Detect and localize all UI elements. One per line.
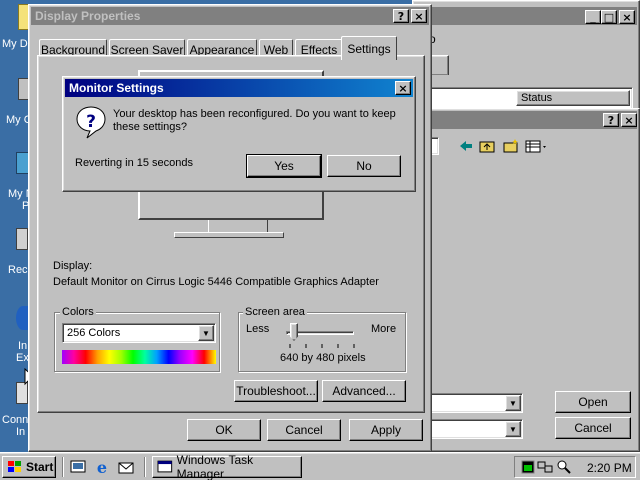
outlook-quicklaunch-icon[interactable] [118, 459, 134, 475]
desktop-icon-label: In [16, 426, 26, 438]
recycle-bin-icon[interactable] [16, 228, 28, 250]
no-button[interactable]: No [327, 155, 401, 177]
task-manager-tray-icon[interactable] [521, 460, 535, 474]
system-tray: 2:20 PM [514, 456, 636, 478]
screen-area-group-label: Screen area [243, 306, 307, 318]
magnifier-tray-icon[interactable] [557, 460, 571, 474]
desktop-icon-label: My D [2, 38, 28, 50]
slider-ticks [289, 344, 355, 348]
ok-button[interactable]: OK [187, 419, 261, 441]
resolution-text: 640 by 480 pixels [280, 352, 366, 364]
task-manager-task-button[interactable]: Windows Task Manager [152, 453, 302, 480]
file-dialog: ? × ▼ ▼ Open Cancel [414, 108, 640, 452]
tab-label: Settings [347, 41, 391, 56]
help-button[interactable]: ? [393, 9, 409, 23]
close-button[interactable]: × [411, 9, 427, 23]
desktop-icon-label: Rec [8, 264, 28, 276]
monitor-settings-titlebar: Monitor Settings [65, 79, 413, 97]
start-label: Start [26, 460, 54, 474]
taskbar-divider [144, 457, 146, 477]
close-button[interactable]: × [621, 113, 637, 127]
column-status-label: Status [521, 92, 553, 104]
desktop-icon-label: Conn [2, 414, 29, 426]
close-button[interactable]: × [395, 81, 411, 95]
countdown-text: Reverting in 15 seconds [75, 157, 194, 169]
internet-explorer-quicklaunch-icon[interactable]: e [94, 459, 110, 475]
task-label: Windows Task Manager [176, 453, 254, 480]
svg-text:e: e [97, 459, 107, 475]
new-folder-icon[interactable] [503, 139, 519, 153]
task-manager-icon [157, 460, 173, 473]
cancel-button[interactable]: Cancel [267, 419, 341, 441]
filename-input[interactable]: ▼ [419, 393, 523, 413]
display-adapter-text: Default Monitor on Cirrus Logic 5446 Com… [53, 276, 379, 288]
apply-button[interactable]: Apply [349, 419, 423, 441]
filetype-select[interactable]: ▼ [419, 419, 523, 439]
colors-group-label: Colors [60, 306, 96, 318]
yes-button[interactable]: Yes [246, 154, 322, 178]
colors-select[interactable]: 256 Colors ▼ [62, 323, 216, 343]
more-label: More [371, 323, 397, 335]
quick-launch-divider [62, 457, 64, 477]
monitor-stand [208, 220, 268, 232]
display-label: Display: [53, 260, 93, 272]
close-button[interactable]: × [619, 10, 635, 24]
open-button[interactable]: Open [555, 391, 631, 413]
colors-select-value: 256 Colors [67, 327, 121, 339]
advanced-button[interactable]: Advanced... [322, 380, 406, 402]
minimize-button[interactable]: _ [585, 10, 601, 24]
chevron-down-icon[interactable]: ▼ [505, 421, 521, 437]
display-properties-titlebar: Display Properties [31, 7, 429, 25]
desktop-icon-label: Ex [16, 352, 29, 364]
monitor-base [174, 232, 284, 238]
desktop-icon-label: In [18, 340, 28, 352]
column-header[interactable]: Status [516, 90, 630, 106]
network-tray-icon[interactable] [537, 460, 553, 474]
troubleshoot-button[interactable]: Troubleshoot... [234, 380, 318, 402]
chevron-down-icon[interactable]: ▼ [505, 395, 521, 411]
display-properties-window: Display Properties ? × Background Screen… [28, 4, 432, 452]
windows-logo-icon [8, 461, 21, 472]
maximize-button[interactable]: □ [601, 10, 617, 24]
up-folder-icon[interactable] [479, 139, 495, 153]
color-spectrum-bar [62, 350, 216, 364]
start-button[interactable]: Start [2, 456, 56, 478]
question-icon: ? [76, 106, 106, 139]
less-label: Less [246, 323, 270, 335]
tab-settings[interactable]: Settings [341, 36, 397, 60]
view-menu-icon[interactable] [525, 139, 549, 153]
taskbar: Start e Windows Task Manager 2:20 PM [0, 452, 640, 480]
chevron-down-icon[interactable]: ▼ [198, 325, 214, 341]
monitor-settings-dialog: Monitor Settings × ? Your desktop has be… [62, 76, 416, 192]
help-button[interactable]: ? [603, 113, 619, 127]
desktop-quicklaunch-icon[interactable] [70, 459, 86, 475]
dialog-title: Monitor Settings [69, 81, 164, 95]
back-arrow-icon[interactable] [459, 139, 473, 153]
svg-text:?: ? [86, 112, 96, 132]
window-title: Display Properties [35, 9, 141, 23]
cancel-button[interactable]: Cancel [555, 417, 631, 439]
clock: 2:20 PM [587, 461, 632, 475]
dialog-message: Your desktop has been reconfigured. Do y… [113, 108, 396, 133]
